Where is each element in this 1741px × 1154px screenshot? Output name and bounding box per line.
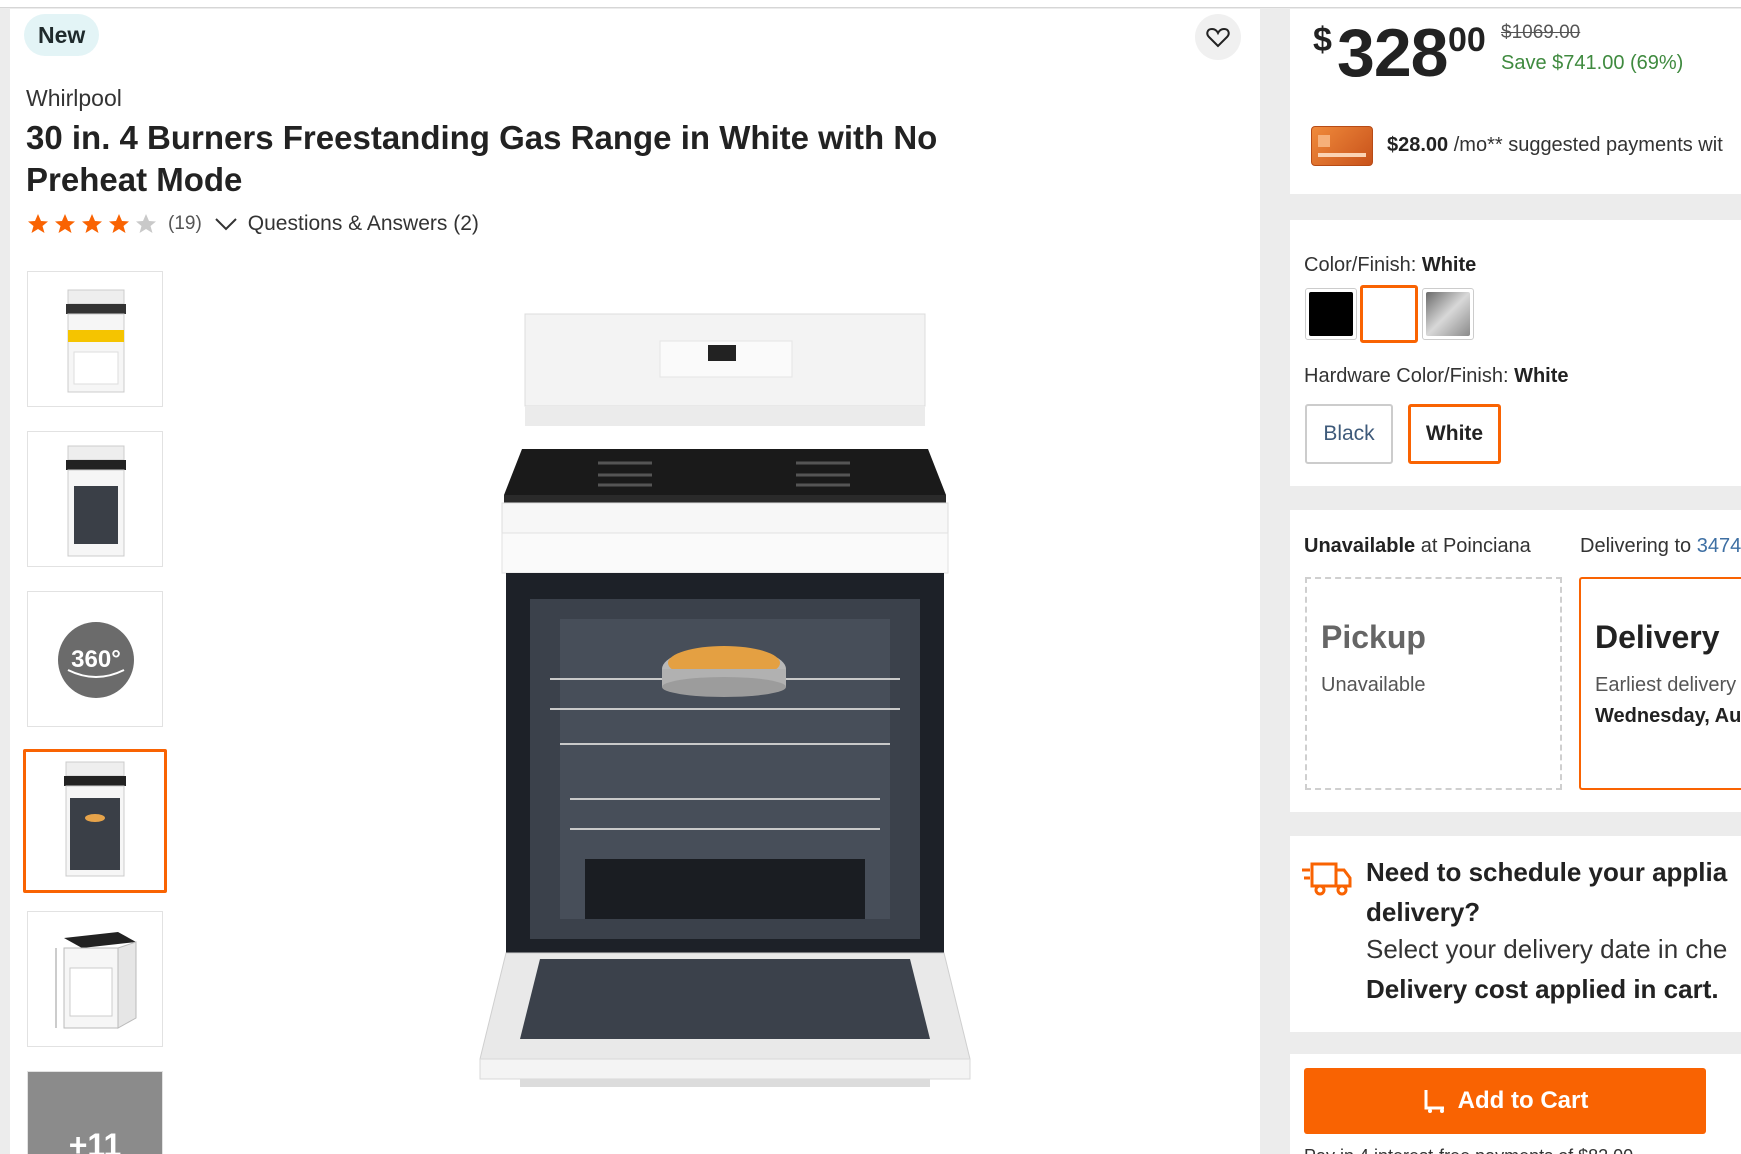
schedule-text: Select your delivery date in che	[1366, 934, 1728, 964]
pickup-option[interactable]: Pickup Unavailable	[1305, 577, 1562, 790]
savings-text: Save $741.00 (69%)	[1501, 52, 1684, 74]
schedule-heading: Need to schedule your applia delivery?	[1366, 857, 1728, 927]
add-to-cart-label: Add to Cart	[1457, 1087, 1589, 1114]
hardware-finish-label: Hardware Color/Finish: White	[1304, 365, 1569, 387]
star-full-icon	[55, 214, 75, 233]
browser-top-edge	[0, 0, 1741, 8]
thumbnail-360-view[interactable]: 360°	[27, 591, 163, 727]
delivery-zip[interactable]: 3474	[1697, 535, 1741, 557]
thumbnail-more[interactable]: +11	[27, 1071, 163, 1154]
store-status: Unavailable	[1304, 535, 1416, 557]
monthly-text: /mo** suggested payments wit	[1448, 134, 1723, 156]
star-full-icon	[82, 214, 102, 233]
range-closed-thumb-image	[66, 445, 126, 557]
price-dollars: 328	[1337, 15, 1448, 91]
delivering-to[interactable]: Delivering to 3474	[1580, 535, 1741, 558]
delivery-title: Delivery	[1595, 619, 1720, 655]
main-product-image[interactable]	[410, 299, 1010, 1129]
range-dimensions-thumb-image	[55, 932, 137, 1029]
thumbnail-dimensions[interactable]	[27, 911, 163, 1047]
star-rating	[26, 212, 158, 236]
payment-note: Pay in 4 interest-free payments of $82.0…	[1304, 1146, 1633, 1154]
favorite-button[interactable]	[1195, 14, 1241, 60]
monthly-amount: $28.00	[1387, 134, 1449, 156]
thumbnail-front-label[interactable]	[27, 271, 163, 407]
star-full-icon	[109, 214, 129, 233]
new-badge: New	[24, 14, 100, 56]
delivery-subtitle: Earliest delivery	[1595, 674, 1737, 696]
price-currency: $	[1313, 21, 1332, 59]
delivery-option[interactable]: Delivery Earliest delivery Wednesday, Au	[1579, 577, 1741, 790]
hardware-finish-value: White	[1514, 365, 1569, 387]
heart-icon	[1206, 27, 1230, 48]
delivery-date: Wednesday, Au	[1595, 705, 1741, 727]
product-title: 30 in. 4 Burners Freestanding Gas Range …	[26, 119, 938, 198]
thumbnail-open-oven[interactable]	[23, 749, 167, 893]
360-label: 360°	[71, 646, 121, 673]
review-count[interactable]: (19)	[168, 213, 202, 235]
range-open-thumb-image	[64, 761, 126, 877]
chevron-down-icon[interactable]	[214, 216, 238, 232]
credit-card-icon	[1311, 126, 1373, 166]
rating-row[interactable]: (19) Questions & Answers (2)	[26, 209, 479, 239]
color-finish-label: Color/Finish: White	[1304, 254, 1477, 276]
star-empty-icon	[136, 214, 156, 233]
pickup-status: Unavailable	[1321, 674, 1426, 696]
more-images-count: +11	[68, 1127, 122, 1154]
price-cents: 00	[1448, 21, 1486, 59]
was-price: $1069.00	[1501, 22, 1581, 43]
hardware-option-black[interactable]: Black	[1305, 404, 1393, 464]
pickup-title: Pickup	[1321, 619, 1426, 655]
swatch-white[interactable]	[1360, 285, 1418, 343]
add-to-cart-button[interactable]: Add to Cart	[1304, 1068, 1706, 1134]
delivery-truck-icon	[1302, 862, 1352, 896]
brand-name[interactable]: Whirlpool	[26, 85, 122, 112]
cart-icon	[1424, 1090, 1444, 1113]
monthly-payment[interactable]: $28.00 /mo** suggested payments wit	[1387, 134, 1723, 157]
star-full-icon	[28, 214, 48, 233]
color-finish-value: White	[1421, 254, 1477, 276]
swatch-black[interactable]	[1305, 288, 1357, 340]
range-front-thumb-image	[66, 289, 126, 393]
schedule-cost-note: Delivery cost applied in cart.	[1366, 974, 1719, 1004]
360-spin-icon: 360°	[58, 622, 134, 698]
thumbnail-front-view[interactable]	[27, 431, 163, 567]
product-media-panel: New Whirlpool 30 in. 4 Burners Freestand…	[10, 9, 1260, 1154]
hardware-option-white[interactable]: White	[1408, 404, 1501, 464]
swatch-stainless[interactable]	[1422, 288, 1474, 340]
store-availability[interactable]: Unavailable at Poinciana	[1304, 535, 1531, 558]
questions-answers-link[interactable]: Questions & Answers (2)	[248, 212, 479, 236]
